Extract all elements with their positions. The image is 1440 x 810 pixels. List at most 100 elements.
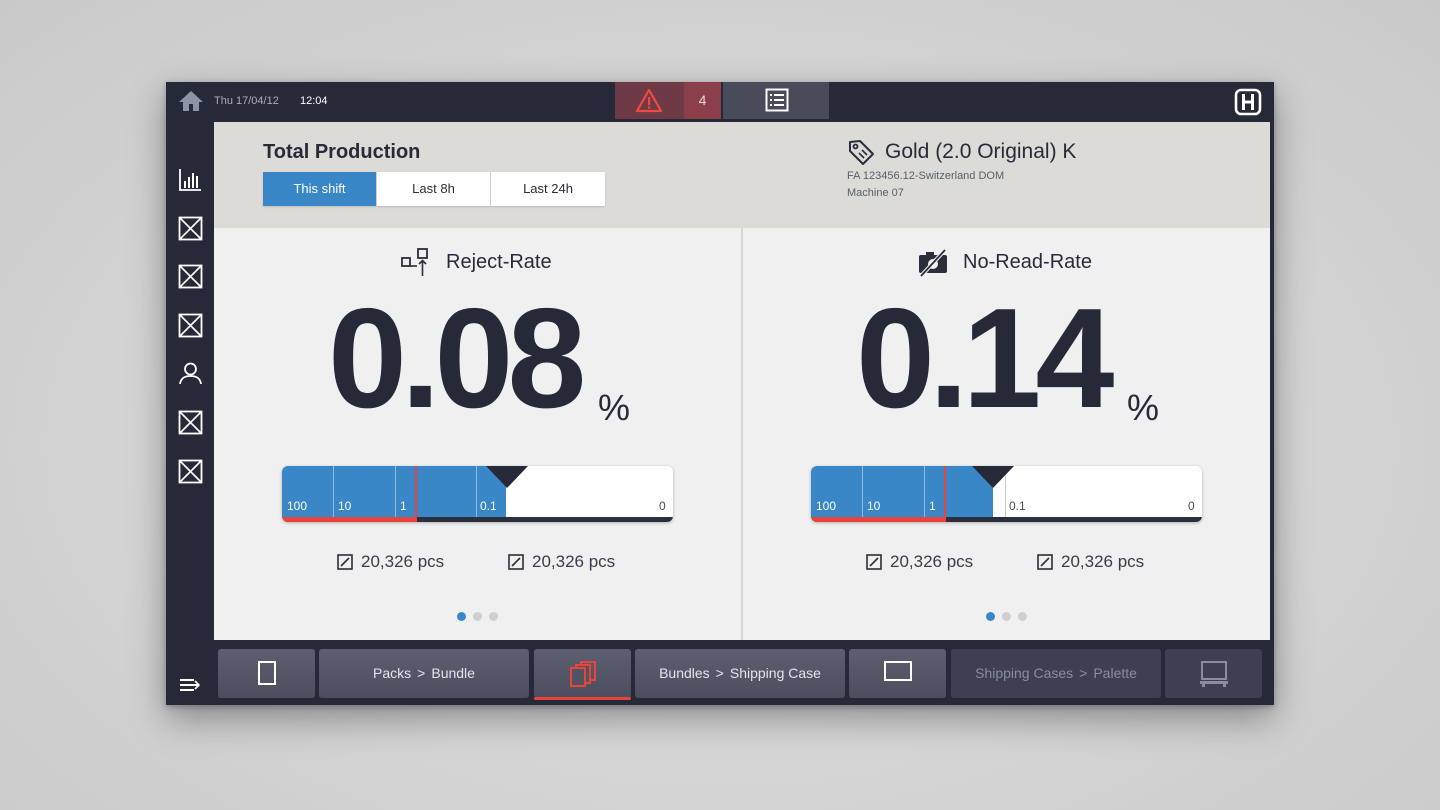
shipping-case-button[interactable] <box>849 649 946 698</box>
page-dot[interactable] <box>489 612 498 621</box>
user-icon[interactable] <box>178 361 203 386</box>
event-log-button[interactable] <box>723 82 829 119</box>
list-icon <box>765 88 789 112</box>
gauge-marker <box>972 466 1014 488</box>
shipping-case-icon <box>883 661 912 681</box>
chevron-right-icon: > <box>417 665 426 681</box>
no-read-rate-value: 0.14 <box>856 279 1114 438</box>
count-item: 20,326 pcs <box>866 552 973 572</box>
step-to: Shipping Case <box>729 665 821 681</box>
gauge-tick <box>333 466 334 517</box>
alert-count-badge[interactable]: 4 <box>684 82 721 119</box>
packs-to-bundle-step[interactable]: Packs > Bundle <box>319 649 529 698</box>
active-indicator <box>534 697 631 700</box>
count-value: 20,326 pcs <box>890 552 974 571</box>
page-indicator <box>986 612 1027 621</box>
placeholder-icon[interactable] <box>178 216 203 241</box>
box-slash-icon <box>1037 554 1053 570</box>
no-read-rate-gauge: 100 10 1 0.1 0 <box>811 466 1202 522</box>
step-to: Palette <box>1093 665 1137 681</box>
alert-button[interactable] <box>615 82 684 119</box>
step-to: Bundle <box>431 665 475 681</box>
bundles-to-shipping-case-step[interactable]: Bundles > Shipping Case <box>635 649 845 698</box>
page-dot[interactable] <box>457 612 466 621</box>
gauge-fill <box>282 466 506 517</box>
reject-rate-panel: Reject-Rate 0.08 % 100 10 1 0.1 0 20,326… <box>214 228 741 640</box>
gauge-fill <box>811 466 993 517</box>
menu-icon[interactable] <box>180 677 200 693</box>
no-read-rate-panel: No-Read-Rate 0.14 % 100 10 1 0.1 0 20,32… <box>743 228 1270 640</box>
tab-last-24h[interactable]: Last 24h <box>491 172 605 206</box>
home-icon[interactable] <box>178 89 204 113</box>
panel-title: Reject-Rate <box>446 251 552 273</box>
page-dot[interactable] <box>473 612 482 621</box>
palette-icon <box>1199 661 1228 687</box>
packs-button[interactable] <box>218 649 315 698</box>
page-title: Total Production <box>263 141 421 163</box>
page-dot[interactable] <box>1002 612 1011 621</box>
gauge-label: 1 <box>929 499 936 513</box>
step-from: Packs <box>373 665 412 681</box>
box-slash-icon <box>337 554 353 570</box>
product-name: Gold (2.0 Original) K <box>885 140 1077 163</box>
placeholder-icon[interactable] <box>178 459 203 484</box>
palette-button[interactable] <box>1165 649 1262 698</box>
bar-chart-icon[interactable] <box>178 167 203 192</box>
no-read-camera-icon <box>919 248 947 278</box>
shipping-cases-to-palette-step[interactable]: Shipping Cases > Palette <box>951 649 1161 698</box>
gauge-red-zone <box>811 517 945 522</box>
machine-label: Machine 07 <box>847 187 904 199</box>
gauge-label: 10 <box>867 499 881 513</box>
page-indicator <box>457 612 498 621</box>
top-bar: Thu 17/04/12 12:04 4 <box>166 82 1274 122</box>
product-code: FA 123456.12-Switzerland DOM <box>847 170 1005 182</box>
page-dot[interactable] <box>986 612 995 621</box>
time-range-selector: This shift Last 8h Last 24h <box>263 172 605 206</box>
count-value: 20,326 pcs <box>1061 552 1145 571</box>
gauge-label: 0.1 <box>1009 499 1026 513</box>
main-content: Total Production This shift Last 8h Last… <box>214 122 1270 640</box>
pack-icon <box>257 661 276 685</box>
gauge-marker <box>486 466 528 488</box>
gauge-label: 0 <box>1188 499 1195 513</box>
gauge-tick <box>395 466 396 517</box>
count-item: 20,326 pcs <box>508 552 615 572</box>
count-value: 20,326 pcs <box>361 552 445 571</box>
count-item: 20,326 pcs <box>1037 552 1144 572</box>
box-slash-icon <box>866 554 882 570</box>
gauge-label: 100 <box>816 499 837 513</box>
count-item: 20,326 pcs <box>337 552 444 572</box>
time-label: 12:04 <box>300 95 328 107</box>
unit-label: % <box>598 387 631 428</box>
tab-this-shift[interactable]: This shift <box>263 172 377 206</box>
step-from: Bundles <box>659 665 710 681</box>
unit-label: % <box>1127 387 1160 428</box>
gauge-label: 1 <box>400 499 407 513</box>
gauge-label: 0 <box>659 499 666 513</box>
panel-title: No-Read-Rate <box>963 251 1092 273</box>
tab-last-8h[interactable]: Last 8h <box>377 172 491 206</box>
bundle-button[interactable] <box>534 649 631 700</box>
gauge-label: 100 <box>287 499 308 513</box>
sidebar <box>166 122 214 705</box>
reject-icon <box>401 248 428 276</box>
gauge-label: 10 <box>338 499 352 513</box>
gauge-tick <box>862 466 863 517</box>
count-value: 20,326 pcs <box>532 552 616 571</box>
box-slash-icon <box>508 554 524 570</box>
chevron-right-icon: > <box>715 665 724 681</box>
production-header: Total Production This shift Last 8h Last… <box>214 122 1270 228</box>
placeholder-icon[interactable] <box>178 410 203 435</box>
chevron-right-icon: > <box>1079 665 1088 681</box>
gauge-limit-line <box>944 466 946 522</box>
placeholder-icon[interactable] <box>178 313 203 338</box>
gauge-tick <box>476 466 477 517</box>
bundle-icon <box>569 661 596 687</box>
step-from: Shipping Cases <box>975 665 1074 681</box>
gauge-red-zone <box>282 517 416 522</box>
placeholder-icon[interactable] <box>178 264 203 289</box>
gauge-label: 0.1 <box>480 499 497 513</box>
page-dot[interactable] <box>1018 612 1027 621</box>
gauge-tick <box>924 466 925 517</box>
device-frame: Thu 17/04/12 12:04 4 Total Production Th… <box>166 82 1274 705</box>
